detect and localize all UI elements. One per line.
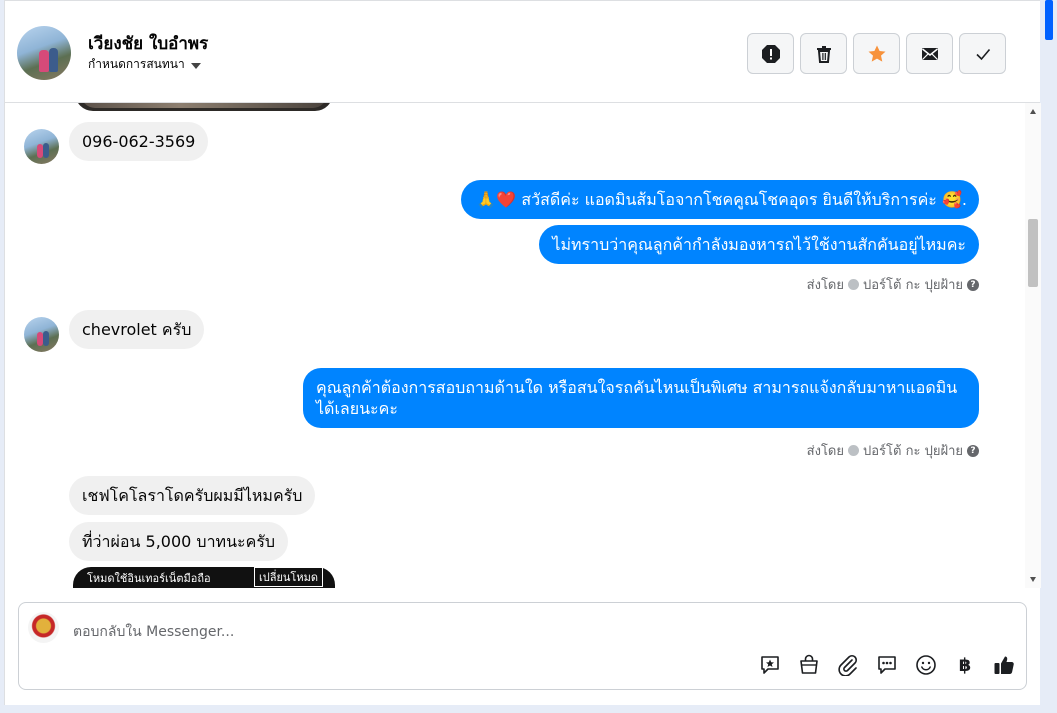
page-scrollbar-thumb[interactable] [1045, 0, 1053, 40]
conversation-panel: เวียงชัย ใบอำพร กำหนดการสนทนา 096-062-35… [4, 0, 1041, 705]
attach-icon[interactable] [836, 653, 860, 677]
message-thread[interactable]: 096-062-3569 🙏❤️ สวัสดีค่ะ แอดมินส้มโอจา… [5, 103, 1025, 588]
delete-button[interactable] [800, 33, 847, 74]
image-attachment[interactable] [75, 103, 333, 111]
image-text: โหมดใช้อินเทอร์เน็ตมือถือ [87, 572, 211, 585]
reply-input[interactable]: ตอบกลับใน Messenger... [73, 621, 234, 643]
sent-by-info: ส่งโดย ปอร์โต้ กะ ปุยฝ้าย ? [807, 440, 979, 461]
thread-scrollbar[interactable] [1025, 103, 1041, 588]
baht-icon[interactable]: ฿ [953, 653, 977, 677]
outgoing-message[interactable]: 🙏❤️ สวัสดีค่ะ แอดมินส้มโอจากโชคคูณโชคอุด… [461, 180, 979, 219]
image-text: เปลี่ยนโหมด [253, 567, 323, 587]
composer-toolbar: ฿ [758, 653, 1016, 677]
trash-icon [816, 45, 831, 63]
like-icon[interactable] [992, 653, 1016, 677]
help-icon[interactable]: ? [967, 278, 979, 291]
verified-icon [848, 279, 859, 290]
scroll-down-arrow-icon[interactable] [1030, 577, 1036, 582]
emoji-icon[interactable] [914, 653, 938, 677]
contact-name[interactable]: เวียงชัย ใบอำพร [88, 30, 208, 57]
incoming-message[interactable]: ที่ว่าผ่อน 5,000 บาทนะครับ [69, 522, 289, 561]
sent-by-label: ส่งโดย [806, 278, 844, 293]
incoming-message[interactable]: เชฟโคโลราโดครับผมมีไหมครับ [69, 476, 316, 515]
outgoing-message[interactable]: ไม่ทราบว่าคุณลูกค้ากำลังมองหารถไว้ใช้งาน… [539, 225, 979, 264]
star-button[interactable] [853, 33, 900, 74]
assign-conversation-dropdown[interactable]: กำหนดการสนทนา [88, 55, 201, 74]
outgoing-message[interactable]: คุณลูกค้าต้องการสอบถามด้านใด หรือสนใจรถค… [303, 368, 979, 428]
contact-avatar-small[interactable] [24, 317, 59, 352]
help-icon[interactable]: ? [967, 444, 979, 457]
sender-name: ปอร์โต้ กะ ปุยฝ้าย [863, 444, 963, 459]
star-icon [868, 45, 885, 62]
mark-done-button[interactable] [959, 33, 1006, 74]
scroll-up-arrow-icon[interactable] [1030, 109, 1036, 114]
saved-reply-icon[interactable] [758, 653, 782, 677]
mark-spam-button[interactable] [747, 33, 794, 74]
incoming-message[interactable]: 096-062-3569 [69, 122, 209, 161]
page-avatar [28, 612, 59, 643]
contact-avatar[interactable] [17, 26, 71, 80]
alert-icon [761, 44, 780, 63]
page-scrollbar[interactable] [1043, 0, 1057, 713]
caret-down-icon [190, 62, 201, 69]
mark-unread-button[interactable] [906, 33, 953, 74]
sent-by-label: ส่งโดย [806, 444, 844, 459]
verified-icon [848, 445, 859, 456]
mail-icon [921, 47, 938, 60]
conversation-header: เวียงชัย ใบอำพร กำหนดการสนทนา [5, 1, 1040, 103]
assign-label: กำหนดการสนทนา [88, 57, 185, 71]
sent-by-info: ส่งโดย ปอร์โต้ กะ ปุยฝ้าย ? [807, 274, 979, 295]
check-icon [975, 48, 990, 60]
header-actions [747, 33, 1006, 74]
incoming-message[interactable]: chevrolet ครับ [69, 310, 205, 349]
shop-bag-icon[interactable] [797, 653, 821, 677]
image-attachment[interactable]: โหมดใช้อินเทอร์เน็ตมือถือ เปลี่ยนโหมด [73, 567, 335, 588]
chat-dots-icon[interactable] [875, 653, 899, 677]
sender-name: ปอร์โต้ กะ ปุยฝ้าย [863, 278, 963, 293]
contact-avatar-small[interactable] [24, 129, 59, 164]
reply-composer: ตอบกลับใน Messenger... ฿ [18, 602, 1027, 690]
scrollbar-thumb[interactable] [1028, 219, 1038, 287]
